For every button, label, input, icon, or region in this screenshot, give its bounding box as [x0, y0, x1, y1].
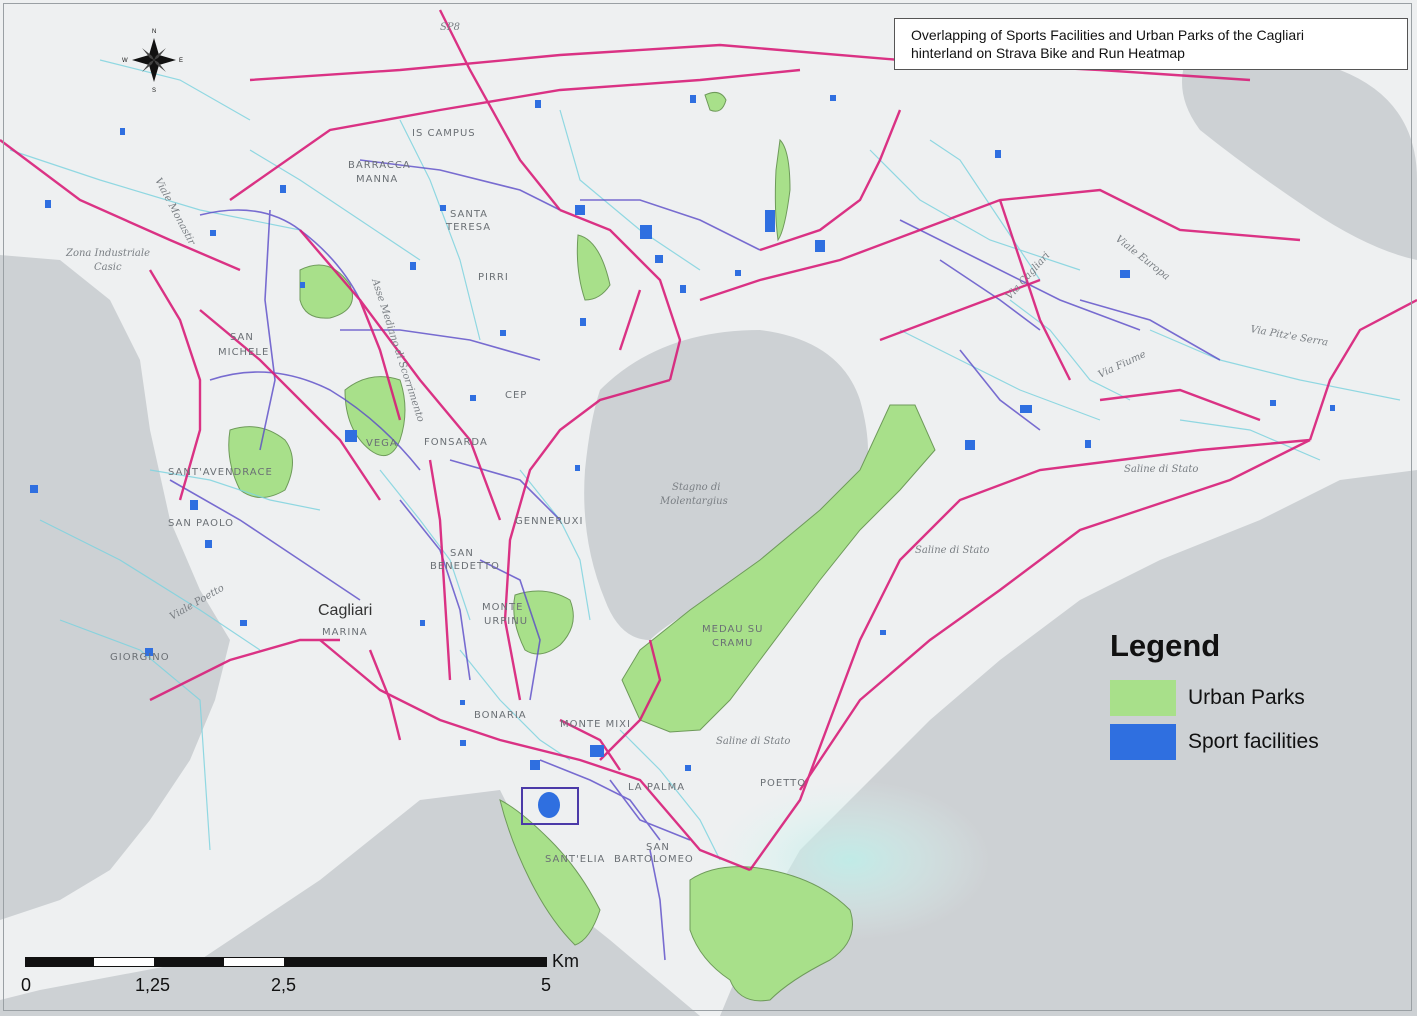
scale-tick-0: 0: [21, 975, 32, 995]
compass-s: S: [152, 88, 156, 94]
scale-segment-1: [25, 957, 93, 967]
label-marina: MARINA: [322, 627, 368, 638]
label-molentargius: Molentargius: [659, 496, 728, 507]
label-monte-mixi: MONTE MIXI: [560, 719, 631, 730]
sport-facilities-swatch: [1110, 724, 1176, 760]
legend: Legend Urban Parks Sport facilities: [1110, 628, 1370, 764]
compass-w: W: [122, 58, 128, 64]
scale-bar: Km 0 1,25 2,5 5: [21, 951, 595, 1015]
label-bartolomeo: BARTOLOMEO: [614, 854, 694, 865]
label-santa: SANTA: [450, 209, 488, 220]
label-san-prefix: SAN: [646, 842, 670, 853]
label-michele: MICHELE: [218, 347, 269, 358]
label-casic: Casic: [94, 262, 122, 273]
urban-parks-swatch: [1110, 680, 1176, 716]
label-stagno: Stagno di: [672, 482, 720, 493]
scale-segment-2: [93, 957, 155, 967]
label-cramu: CRAMU: [712, 638, 753, 649]
label-saline-2: Saline di Stato: [915, 545, 989, 556]
scale-tick-1: 1,25: [135, 975, 171, 995]
legend-label-urban-parks: Urban Parks: [1188, 686, 1305, 709]
label-benedetto: BENEDETTO: [430, 561, 500, 572]
scale-tick-3: 5: [541, 975, 552, 995]
compass-e: E: [179, 58, 183, 64]
scale-tick-2: 2,5: [271, 975, 297, 995]
legend-label-sport-facilities: Sport facilities: [1188, 730, 1319, 753]
label-saline-3: Saline di Stato: [716, 736, 790, 747]
label-sp8: SP8: [440, 22, 460, 33]
label-giorgino: GIORGINO: [110, 652, 170, 663]
legend-item-sport-facilities: Sport facilities: [1110, 720, 1370, 764]
label-pirri: PIRRI: [478, 272, 509, 283]
map-canvas: IS CAMPUS BARRACCA MANNA SANTA TERESA PI…: [0, 0, 1417, 1016]
compass-n: N: [152, 29, 156, 35]
label-saline-1: Saline di Stato: [1124, 464, 1198, 475]
label-genneruxi: GENNERUXI: [515, 516, 583, 527]
label-manna: MANNA: [356, 174, 398, 185]
label-la-palma: LA PALMA: [628, 782, 685, 793]
map-title-box: Overlapping of Sports Facilities and Urb…: [894, 18, 1408, 70]
label-bonaria: BONARIA: [474, 710, 527, 721]
label-is-campus: IS CAMPUS: [412, 128, 476, 139]
label-cagliari: Cagliari: [318, 602, 372, 619]
scale-unit: Km: [552, 951, 579, 971]
scale-segment-4: [223, 957, 285, 967]
label-teresa: TERESA: [445, 222, 491, 233]
label-san: SAN: [230, 332, 254, 343]
label-monte: MONTE: [482, 602, 523, 613]
legend-item-urban-parks: Urban Parks: [1110, 676, 1370, 720]
scale-segment-5: [285, 957, 547, 967]
label-cep: CEP: [505, 390, 527, 401]
label-urpinu: URPINU: [484, 616, 528, 627]
legend-title: Legend: [1110, 628, 1221, 663]
label-poetto: POETTO: [760, 778, 806, 789]
label-vega: VEGA: [366, 438, 398, 449]
label-zona-industriale: Zona Industriale: [65, 248, 150, 259]
label-san-paolo: SAN PAOLO: [168, 518, 234, 529]
label-san-b: SAN: [450, 548, 474, 559]
label-fonsarda: FONSARDA: [424, 437, 488, 448]
label-santelia: SANT'ELIA: [545, 854, 605, 865]
label-medau: MEDAU SU: [702, 624, 763, 635]
label-sant-avendrace: SANT'AVENDRACE: [168, 467, 273, 478]
map-title-line-2: hinterland on Strava Bike and Run Heatma…: [911, 45, 1185, 61]
label-barracca: BARRACCA: [348, 160, 411, 171]
map-title-line-1: Overlapping of Sports Facilities and Urb…: [911, 27, 1304, 43]
scale-segment-3: [155, 957, 223, 967]
